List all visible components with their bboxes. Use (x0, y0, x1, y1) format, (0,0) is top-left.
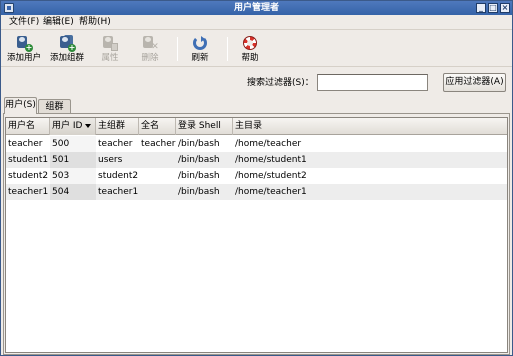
cell-shell: /bin/bash (178, 171, 220, 181)
cell-group: users (98, 155, 123, 165)
cell-username: student2 (8, 171, 49, 181)
cell-username: teacher1 (8, 187, 49, 197)
cell-fullname (139, 152, 141, 168)
cell-username: student1 (8, 155, 49, 165)
properties-button[interactable]: 属性 (97, 35, 123, 65)
menu-bar: 文件(F) 编辑(E) 帮助(H) (1, 15, 512, 30)
refresh-icon (192, 35, 208, 51)
cell-group: student2 (98, 171, 139, 181)
cell-uid: 504 (50, 184, 96, 200)
title-bar[interactable]: 用户管理者 _ □ × (1, 1, 512, 15)
refresh-button[interactable]: 刷新 (187, 35, 213, 65)
properties-icon (102, 35, 118, 51)
cell-fullname (139, 168, 141, 184)
users-table[interactable]: 用户名 用户 ID 主组群 全名 登录 Shell 主目录 teacher 50… (5, 117, 508, 353)
minimize-icon[interactable]: _ (476, 3, 486, 13)
apply-filter-button[interactable]: 应用过滤器(A) (443, 73, 506, 92)
help-icon (242, 35, 258, 51)
cell-home: /home/teacher1 (235, 187, 307, 197)
cell-home: /home/teacher (235, 139, 302, 149)
table-header: 用户名 用户 ID 主组群 全名 登录 Shell 主目录 (6, 118, 507, 135)
add-group-button[interactable]: + 添加组群 (48, 35, 86, 65)
sort-descending-icon (85, 123, 92, 128)
cell-home: /home/student2 (235, 171, 307, 181)
column-header-home-dir[interactable]: 主目录 (233, 118, 507, 135)
table-row[interactable]: teacher 500 teacher teacher /bin/bash /h… (6, 136, 507, 152)
cell-shell: /bin/bash (178, 139, 220, 149)
cell-uid: 503 (50, 168, 96, 184)
cell-uid: 500 (50, 136, 96, 152)
cell-shell: /bin/bash (178, 187, 220, 197)
toolbar-separator (227, 37, 228, 61)
help-button[interactable]: 帮助 (237, 35, 263, 65)
close-icon[interactable]: × (500, 3, 510, 13)
cell-username: teacher (8, 139, 43, 149)
search-filter-label: 搜索过滤器(S)： (247, 78, 314, 88)
cell-group: teacher (98, 139, 133, 149)
add-group-icon: + (59, 35, 76, 52)
cell-fullname (139, 184, 141, 200)
search-filter-input[interactable] (317, 74, 428, 91)
table-row[interactable]: student2 503 student2 /bin/bash /home/st… (6, 168, 507, 184)
tab-users[interactable]: 用户(S) (4, 97, 37, 114)
user-manager-window: 用户管理者 _ □ × 文件(F) 编辑(E) 帮助(H) + 添加用户 + 添… (0, 0, 513, 356)
column-header-fullname[interactable]: 全名 (139, 118, 176, 135)
toolbar: + 添加用户 + 添加组群 属性 ✕ 删除 刷新 帮助 (1, 31, 512, 67)
table-row[interactable]: student1 501 users /bin/bash /home/stude… (6, 152, 507, 168)
cell-fullname: teacher (141, 139, 176, 149)
column-header-username[interactable]: 用户名 (6, 118, 50, 135)
add-user-icon: + (16, 35, 33, 52)
column-header-login-shell[interactable]: 登录 Shell (176, 118, 233, 135)
add-user-button[interactable]: + 添加用户 (5, 35, 43, 65)
table-row[interactable]: teacher1 504 teacher1 /bin/bash /home/te… (6, 184, 507, 200)
cell-shell: /bin/bash (178, 155, 220, 165)
column-header-uid[interactable]: 用户 ID (50, 118, 96, 135)
column-header-primary-group[interactable]: 主组群 (96, 118, 139, 135)
cell-group: teacher1 (98, 187, 139, 197)
menu-edit[interactable]: 编辑(E) (43, 17, 74, 28)
window-title: 用户管理者 (233, 3, 279, 13)
menu-help[interactable]: 帮助(H) (79, 17, 111, 28)
toolbar-separator (177, 37, 178, 61)
tab-groups[interactable]: 组群(G) (38, 99, 71, 126)
menu-file[interactable]: 文件(F) (9, 17, 39, 28)
delete-icon: ✕ (142, 35, 159, 52)
maximize-icon[interactable]: □ (488, 3, 498, 13)
cell-uid: 501 (50, 152, 96, 168)
cell-home: /home/student1 (235, 155, 307, 165)
delete-button[interactable]: ✕ 删除 (137, 35, 163, 65)
